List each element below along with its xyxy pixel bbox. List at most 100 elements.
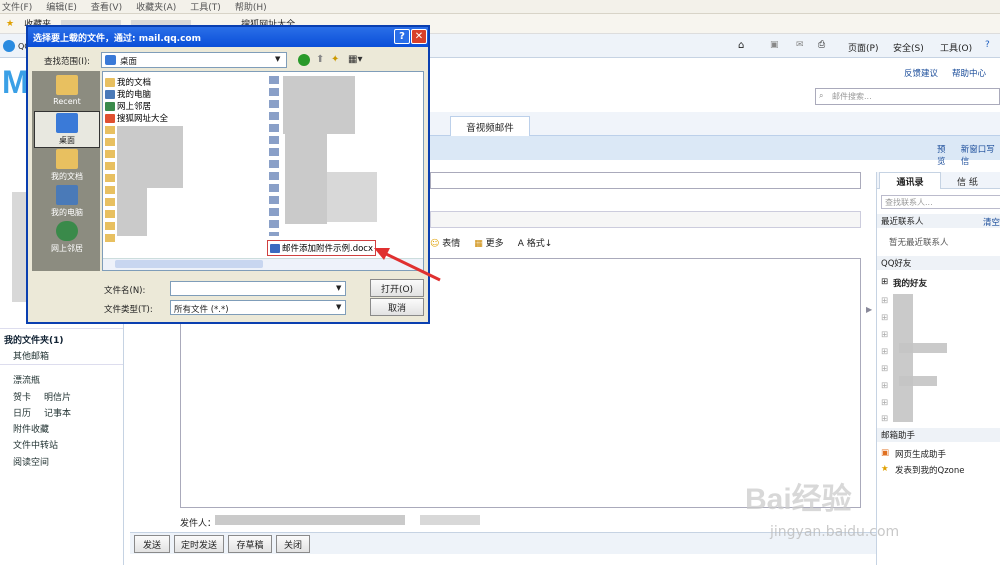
place-label: 网上邻居	[51, 244, 83, 253]
scrollbar-thumb[interactable]	[115, 260, 263, 268]
file-item[interactable]: 网上邻居	[105, 100, 151, 112]
expand-icon[interactable]: ⊞	[881, 347, 888, 357]
file-item[interactable]: 我的电脑	[105, 88, 151, 100]
safety-menu[interactable]: 安全(S)	[893, 41, 924, 54]
chevron-down-icon[interactable]: ▼	[275, 55, 280, 63]
help-button[interactable]: ?	[394, 29, 410, 44]
back-icon[interactable]	[298, 54, 310, 66]
blurred-files	[147, 126, 183, 188]
blurred-sender	[420, 515, 480, 525]
file-name: 搜狐网址大全	[117, 114, 169, 124]
preview-link[interactable]: 预览	[937, 143, 953, 167]
feed-icon[interactable]: ▣	[770, 40, 779, 50]
feedback-link[interactable]: 反馈建议	[904, 67, 938, 79]
sidebar-item-reading-space[interactable]: 阅读空间	[13, 455, 49, 468]
place-network[interactable]: 网上邻居	[34, 221, 100, 254]
sidebar-item-greeting-card[interactable]: 贺卡	[13, 390, 31, 403]
lookin-select[interactable]: 桌面	[101, 52, 287, 68]
header-links: 反馈建议 帮助中心	[904, 67, 986, 79]
save-draft-button[interactable]: 存草稿	[228, 535, 272, 553]
divider	[0, 364, 123, 365]
expand-icon[interactable]: ⊞	[881, 296, 888, 306]
sidebar-item-file-transfer[interactable]: 文件中转站	[13, 438, 58, 451]
annotation-arrow	[374, 248, 441, 282]
file-item[interactable]: 我的文档	[105, 76, 151, 88]
sidebar-item-other-mailbox[interactable]: 其他邮箱	[13, 349, 49, 362]
up-folder-icon[interactable]: ⬆	[316, 54, 324, 65]
new-window-link[interactable]: 新窗口写信	[961, 143, 1000, 167]
expand-arrow-icon[interactable]: ▶	[866, 305, 872, 314]
menu-view[interactable]: 查看(V)	[91, 0, 122, 13]
web-page-helper[interactable]: 网页生成助手	[895, 448, 946, 460]
blurred-sender	[215, 515, 405, 525]
network-icon	[56, 221, 78, 241]
sidebar-item-notepad[interactable]: 记事本	[44, 406, 71, 419]
view-menu-icon[interactable]: ▦▾	[348, 54, 362, 65]
tab-video-mail[interactable]: 音视频邮件	[450, 116, 530, 136]
scheduled-send-button[interactable]: 定时发送	[174, 535, 224, 553]
file-item[interactable]: 搜狐网址大全	[105, 112, 168, 124]
computer-icon	[56, 185, 78, 205]
format-button[interactable]: A 格式↓	[518, 236, 553, 249]
menu-file[interactable]: 文件(F)	[2, 0, 32, 13]
sidebar-item-calendar[interactable]: 日历	[13, 406, 31, 419]
sidebar-item-postcard[interactable]: 明信片	[44, 390, 71, 403]
expand-icon[interactable]: ⊞	[881, 381, 888, 391]
sender-label: 发件人：	[180, 519, 217, 529]
dialog-title: 选择要上载的文件，通过: mail.qq.com	[33, 33, 201, 44]
menu-tools[interactable]: 工具(T)	[190, 0, 221, 13]
new-folder-icon[interactable]: ✦	[331, 54, 339, 65]
sidebar-item-attachments[interactable]: 附件收藏	[13, 422, 49, 435]
filetype-select[interactable]: 所有文件 (*.*)	[170, 300, 346, 315]
contact-search-input[interactable]: 查找联系人...	[881, 195, 1000, 209]
print-icon[interactable]: ⎙	[818, 40, 825, 50]
expand-icon[interactable]: ⊞	[881, 313, 888, 323]
mail-search-input[interactable]: 邮件搜索...	[815, 88, 1000, 105]
home-icon[interactable]: ⌂	[738, 40, 744, 51]
close-button[interactable]: 关闭	[276, 535, 310, 553]
place-recent[interactable]: Recent	[34, 75, 100, 106]
expand-icon[interactable]: ⊞	[881, 414, 888, 424]
expand-icon[interactable]: ⊞	[881, 364, 888, 374]
subject-field[interactable]	[430, 172, 861, 189]
filename-input[interactable]	[170, 281, 346, 296]
desktop-icon	[56, 113, 78, 133]
tab-stationery[interactable]: 信 纸	[957, 175, 978, 188]
mail-icon[interactable]: ✉	[796, 40, 804, 50]
tab-address-book[interactable]: 通讯录	[879, 172, 941, 189]
tools-menu[interactable]: 工具(O)	[940, 41, 972, 54]
menu-favorites[interactable]: 收藏夹(A)	[136, 0, 176, 13]
file-name: 邮件添加附件示例.docx	[282, 244, 374, 254]
close-icon[interactable]: ✕	[411, 29, 427, 44]
mail-logo: M	[2, 64, 29, 100]
grid-icon: ▦	[474, 239, 483, 249]
expand-icon[interactable]: ⊞	[881, 277, 888, 287]
place-computer[interactable]: 我的电脑	[34, 185, 100, 218]
cancel-button[interactable]: 取消	[370, 298, 424, 316]
shortcut-icon	[105, 113, 115, 123]
clear-link[interactable]: 清空	[983, 216, 1000, 228]
place-documents[interactable]: 我的文档	[34, 149, 100, 182]
post-to-qzone[interactable]: 发表到我的Qzone	[895, 464, 964, 476]
my-folders[interactable]: 我的文件夹(1)	[4, 333, 64, 346]
blurred-files	[117, 126, 147, 236]
chevron-down-icon[interactable]: ▼	[336, 284, 341, 292]
folder-icon	[56, 149, 78, 169]
selected-file-item[interactable]: 邮件添加附件示例.docx	[267, 240, 377, 256]
help-link[interactable]: 帮助中心	[952, 67, 986, 79]
expand-icon[interactable]: ⊞	[881, 330, 888, 340]
divider	[0, 328, 123, 329]
send-button[interactable]: 发送	[134, 535, 170, 553]
sidebar-item-drift-bottle[interactable]: 漂流瓶	[13, 373, 40, 386]
font-icon: A	[517, 239, 524, 249]
place-desktop[interactable]: 桌面	[34, 111, 100, 148]
menu-edit[interactable]: 编辑(E)	[46, 0, 77, 13]
help-icon[interactable]: ?	[985, 40, 990, 50]
expand-icon[interactable]: ⊞	[881, 398, 888, 408]
my-friends-group[interactable]: 我的好友	[893, 277, 927, 289]
page-menu[interactable]: 页面(P)	[848, 41, 878, 54]
recent-section: 最近联系人	[877, 214, 1000, 228]
menu-help[interactable]: 帮助(H)	[235, 0, 267, 13]
more-button[interactable]: ▦ 更多	[474, 236, 503, 249]
chevron-down-icon[interactable]: ▼	[336, 303, 341, 311]
